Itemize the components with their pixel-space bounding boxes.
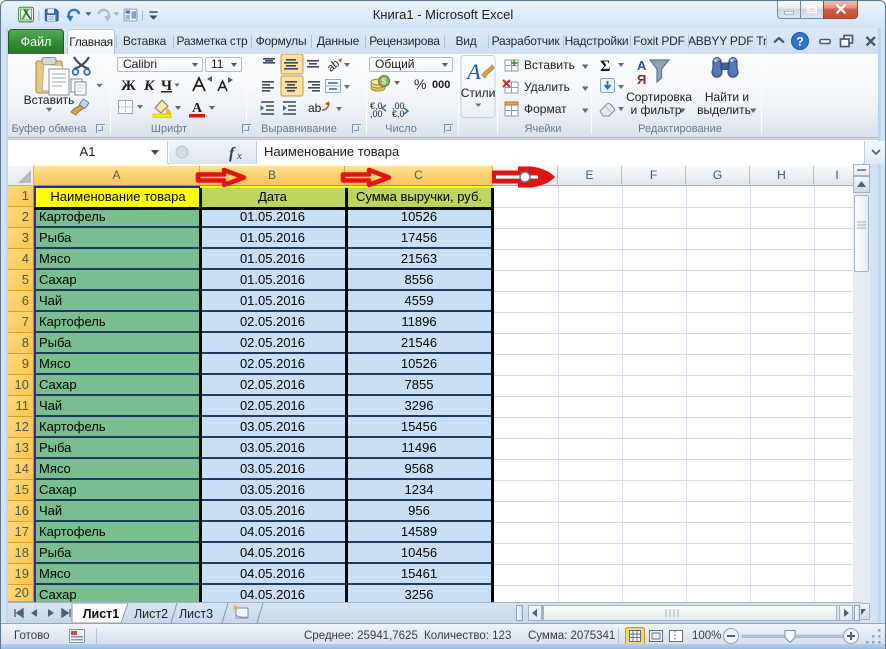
svg-text:А: А <box>192 101 203 116</box>
svg-text:€,0: €,0 <box>392 109 405 119</box>
svg-text:Найти и: Найти и <box>705 90 749 104</box>
svg-text:Σ: Σ <box>600 58 610 75</box>
svg-text:Сортировка: Сортировка <box>626 90 692 104</box>
svg-text:Лист2: Лист2 <box>134 607 168 621</box>
svg-text:Лист1: Лист1 <box>83 607 120 621</box>
svg-text:A: A <box>465 59 481 84</box>
svg-text:f: f <box>229 145 236 162</box>
svg-text:x: x <box>236 150 242 162</box>
svg-text:и фильтр: и фильтр <box>630 103 681 117</box>
svg-text:?: ? <box>796 35 803 49</box>
svg-text:$: $ <box>382 77 387 86</box>
svg-text:%: % <box>414 76 426 92</box>
svg-text:Формат: Формат <box>524 102 567 116</box>
svg-text:ab: ab <box>308 101 322 115</box>
svg-text:Ж: Ж <box>121 78 136 94</box>
svg-text:Лист3: Лист3 <box>179 607 213 621</box>
svg-text:,00: ,00 <box>370 109 383 119</box>
svg-text:Стили: Стили <box>461 86 496 100</box>
svg-text:Удалить: Удалить <box>524 80 570 94</box>
svg-text:выделить: выделить <box>697 103 751 117</box>
svg-text:Ч: Ч <box>161 78 172 94</box>
svg-text:Вставить: Вставить <box>524 58 575 72</box>
svg-text:К: К <box>143 78 155 94</box>
svg-text:000: 000 <box>432 79 450 91</box>
svg-text:А: А <box>637 58 647 73</box>
svg-text:Я: Я <box>637 72 646 87</box>
